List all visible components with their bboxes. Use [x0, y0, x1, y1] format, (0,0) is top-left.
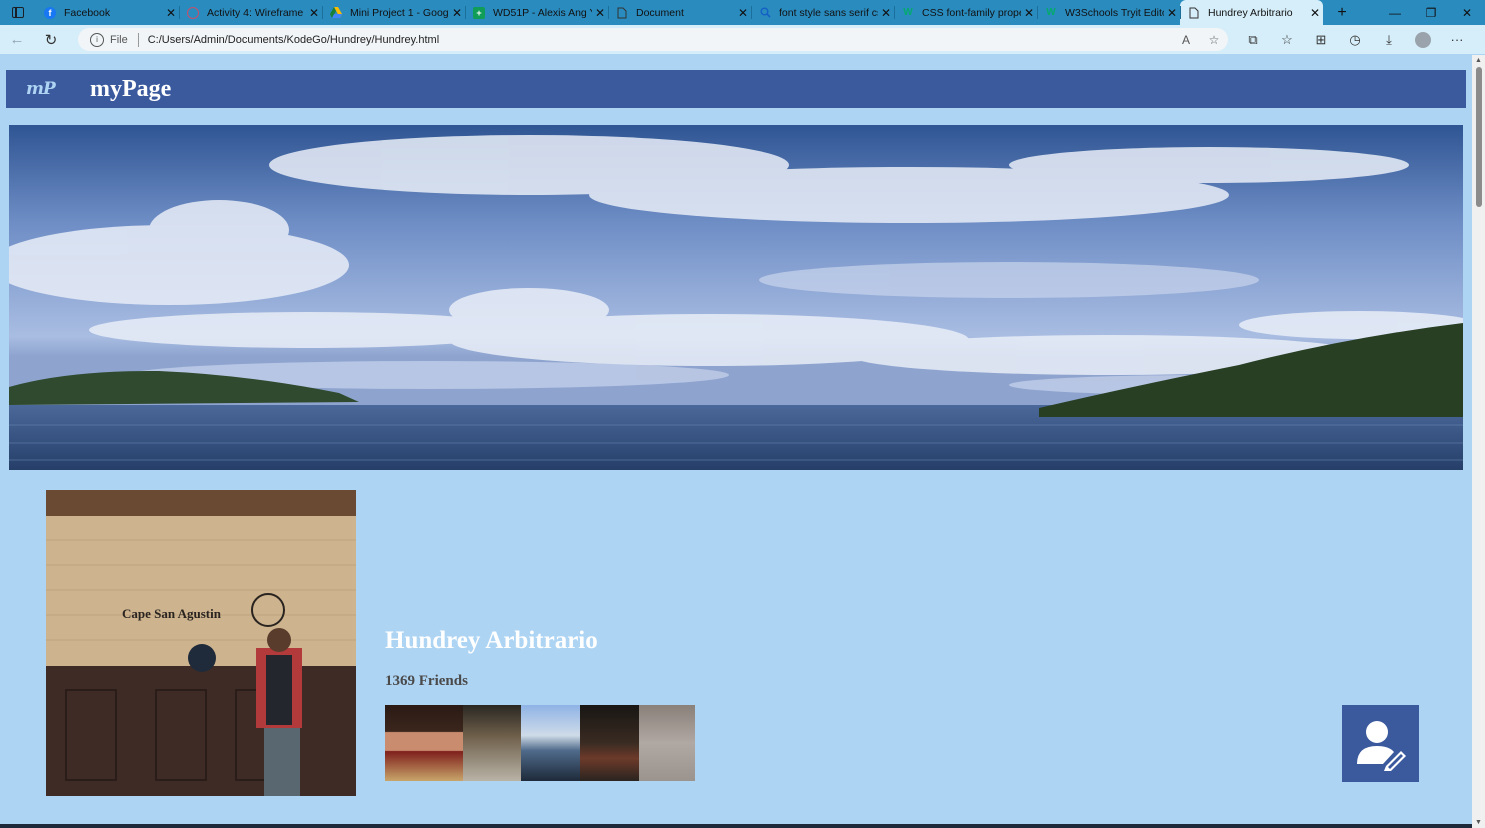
google-drive-icon: [330, 7, 342, 19]
tab-w3schools-tryit[interactable]: W W3Schools Tryit Editor ✕: [1037, 0, 1180, 25]
document-icon: [616, 7, 628, 19]
close-window-icon[interactable]: ✕: [1449, 0, 1485, 25]
restore-icon[interactable]: ❐: [1413, 0, 1449, 25]
cover-photo: [9, 125, 1463, 470]
tab-label: WD51P - Alexis Ang Yu: [493, 6, 592, 19]
tab-label: Facebook: [64, 6, 111, 19]
friend-thumb[interactable]: [580, 705, 639, 781]
favorites-icon[interactable]: ☆: [1270, 32, 1304, 48]
tab-label: Document: [636, 6, 684, 19]
scheme-label: File: [110, 33, 128, 46]
window-controls: — ❐ ✕: [1377, 0, 1485, 25]
tab-label: Mini Project 1 - Googl: [350, 6, 449, 19]
google-sheets-icon: +: [473, 6, 485, 19]
scroll-down-icon[interactable]: ▼: [1472, 819, 1485, 826]
scrollbar-thumb[interactable]: [1476, 67, 1482, 207]
close-icon[interactable]: ✕: [306, 6, 322, 20]
w3schools-icon: W: [1046, 7, 1056, 18]
browser-toolbar: ← ↻ i File C:/Users/Admin/Documents/Kode…: [0, 25, 1485, 54]
search-icon: [759, 7, 771, 19]
refresh-button[interactable]: ↻: [34, 25, 68, 54]
url-text[interactable]: C:/Users/Admin/Documents/KodeGo/Hundrey/…: [148, 34, 1172, 46]
close-icon[interactable]: ✕: [878, 6, 894, 20]
tab-label: font style sans serif css: [779, 6, 878, 19]
tab-actions-menu-icon[interactable]: [0, 0, 36, 25]
extensions-icon[interactable]: ⧉: [1236, 32, 1270, 48]
tab-wd51p[interactable]: + WD51P - Alexis Ang Yu ✕: [465, 0, 608, 25]
tab-label: Activity 4: Wireframe M: [207, 6, 306, 19]
page-viewport: mP myPage Cape San Agustin Hundrey Arbit…: [0, 55, 1472, 828]
loading-icon: [187, 6, 199, 19]
tab-hundrey-arbitrario[interactable]: Hundrey Arbitrario ✕: [1180, 0, 1323, 25]
scroll-up-icon[interactable]: ▲: [1472, 57, 1485, 64]
favorite-star-icon[interactable]: ☆: [1200, 33, 1228, 47]
new-tab-button[interactable]: +: [1329, 4, 1355, 22]
site-title: myPage: [90, 75, 172, 102]
edit-user-icon: [1356, 720, 1406, 771]
info-icon[interactable]: i: [90, 32, 104, 47]
page-divider: [0, 824, 1472, 828]
address-bar[interactable]: i File C:/Users/Admin/Documents/KodeGo/H…: [78, 28, 1228, 51]
tab-mini-project[interactable]: Mini Project 1 - Googl ✕: [322, 0, 465, 25]
close-icon[interactable]: ✕: [592, 6, 608, 20]
close-icon[interactable]: ✕: [163, 6, 179, 20]
edit-profile-button[interactable]: [1342, 705, 1419, 782]
tab-document[interactable]: Document ✕: [608, 0, 751, 25]
document-icon: [1188, 7, 1200, 19]
close-icon[interactable]: ✕: [735, 6, 751, 20]
collections-icon[interactable]: ⊞: [1304, 32, 1338, 48]
tab-css-font-family[interactable]: W CSS font-family propert ✕: [894, 0, 1037, 25]
history-icon[interactable]: ◷: [1338, 32, 1372, 48]
friend-thumb[interactable]: [521, 705, 580, 781]
back-button[interactable]: ←: [0, 25, 34, 54]
friend-thumb[interactable]: [385, 705, 463, 781]
friends-count[interactable]: 1369 Friends: [385, 673, 468, 690]
tab-activity4[interactable]: Activity 4: Wireframe M ✕: [179, 0, 322, 25]
close-icon[interactable]: ✕: [1164, 6, 1180, 20]
read-aloud-icon[interactable]: A: [1172, 33, 1200, 47]
page-scrollbar[interactable]: ▲ ▼: [1472, 55, 1485, 828]
close-icon[interactable]: ✕: [1021, 6, 1037, 20]
friends-photo-strip: [385, 705, 695, 781]
tab-label: Hundrey Arbitrario: [1208, 6, 1293, 19]
tab-font-style-search[interactable]: font style sans serif css ✕: [751, 0, 894, 25]
facebook-icon: f: [44, 6, 56, 19]
tab-label: CSS font-family propert: [922, 6, 1021, 19]
close-icon[interactable]: ✕: [449, 6, 465, 20]
download-icon[interactable]: ⤓: [1372, 32, 1406, 48]
tab-facebook[interactable]: f Facebook ✕: [36, 0, 179, 25]
profile-name: Hundrey Arbitrario: [385, 627, 598, 654]
minimize-icon[interactable]: —: [1377, 0, 1413, 25]
w3schools-icon: W: [903, 7, 913, 18]
divider: [137, 32, 139, 47]
site-logo[interactable]: mP: [26, 79, 68, 99]
photo-sign-text: Cape San Agustin: [122, 606, 222, 621]
close-icon[interactable]: ✕: [1307, 6, 1323, 20]
profile-avatar[interactable]: [1415, 31, 1431, 48]
more-icon[interactable]: ···: [1440, 32, 1474, 48]
browser-tools: ⧉ ☆ ⊞ ◷ ⤓ ···: [1236, 31, 1474, 48]
friend-thumb[interactable]: [463, 705, 521, 781]
browser-tab-bar: f Facebook ✕ Activity 4: Wireframe M ✕ M…: [0, 0, 1485, 25]
friend-thumb[interactable]: [639, 705, 695, 781]
tab-label: W3Schools Tryit Editor: [1065, 6, 1164, 19]
site-header: mP myPage: [6, 70, 1466, 108]
profile-photo[interactable]: Cape San Agustin: [46, 490, 356, 796]
